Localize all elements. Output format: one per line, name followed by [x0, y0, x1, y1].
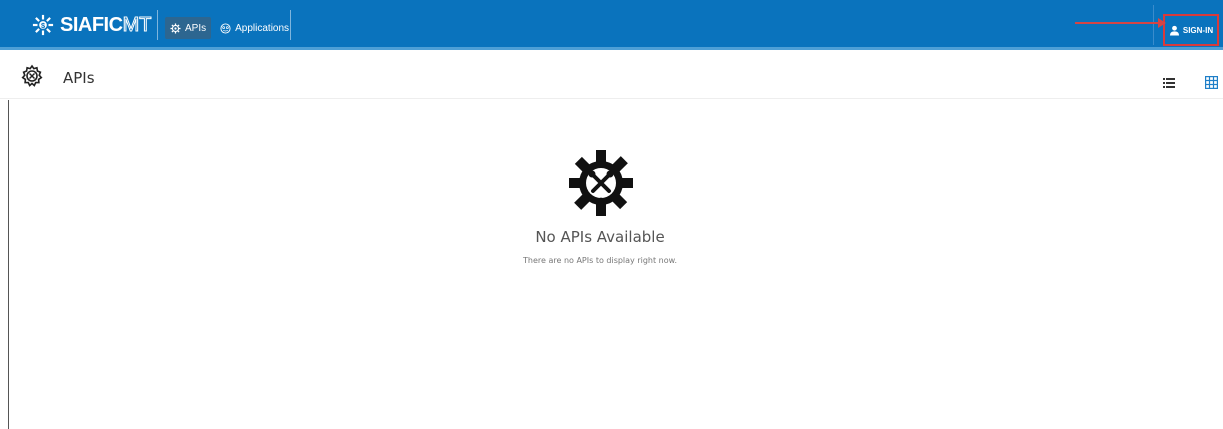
gear-icon	[170, 22, 181, 34]
brand-name-suffix: MT	[122, 14, 152, 37]
user-icon	[1169, 25, 1179, 36]
list-view-icon[interactable]	[1163, 78, 1175, 88]
page-header	[0, 53, 1223, 99]
nav-item-label: APIs	[185, 22, 207, 34]
empty-state-title: No APIs Available	[535, 228, 665, 246]
signin-highlight: SIGN-IN	[1163, 14, 1219, 46]
page-title: APIs	[63, 69, 95, 87]
grid-view-icon[interactable]	[1205, 76, 1218, 89]
nav-item-apis[interactable]: APIs	[165, 17, 212, 39]
brand-name-main: SIAFIC	[60, 14, 123, 36]
brand-logo[interactable]: $ SIAFICMT	[32, 11, 152, 39]
signin-label: SIGN-IN	[1182, 25, 1214, 35]
brand-logo-icon: $	[32, 14, 54, 36]
nav-divider-end	[290, 10, 291, 40]
signin-divider	[1153, 5, 1154, 45]
annotation-arrow-head	[1158, 18, 1166, 28]
signin-button[interactable]: SIGN-IN	[1169, 25, 1213, 36]
annotation-arrow	[1075, 22, 1163, 24]
main-nav: APIs Applications	[165, 17, 294, 39]
svg-text:$: $	[41, 21, 45, 30]
nav-item-applications[interactable]: Applications	[215, 17, 294, 39]
api-gear-icon	[21, 64, 43, 87]
tools-gear-icon	[569, 150, 633, 216]
applications-icon	[220, 22, 231, 34]
nav-divider	[157, 10, 158, 40]
brand-name: SIAFICMT	[60, 11, 152, 39]
top-navbar: $ SIAFICMT APIs Applications SIGN-IN	[0, 0, 1223, 50]
empty-state-message: There are no APIs to display right now.	[523, 256, 677, 265]
nav-item-label: Applications	[235, 22, 290, 34]
